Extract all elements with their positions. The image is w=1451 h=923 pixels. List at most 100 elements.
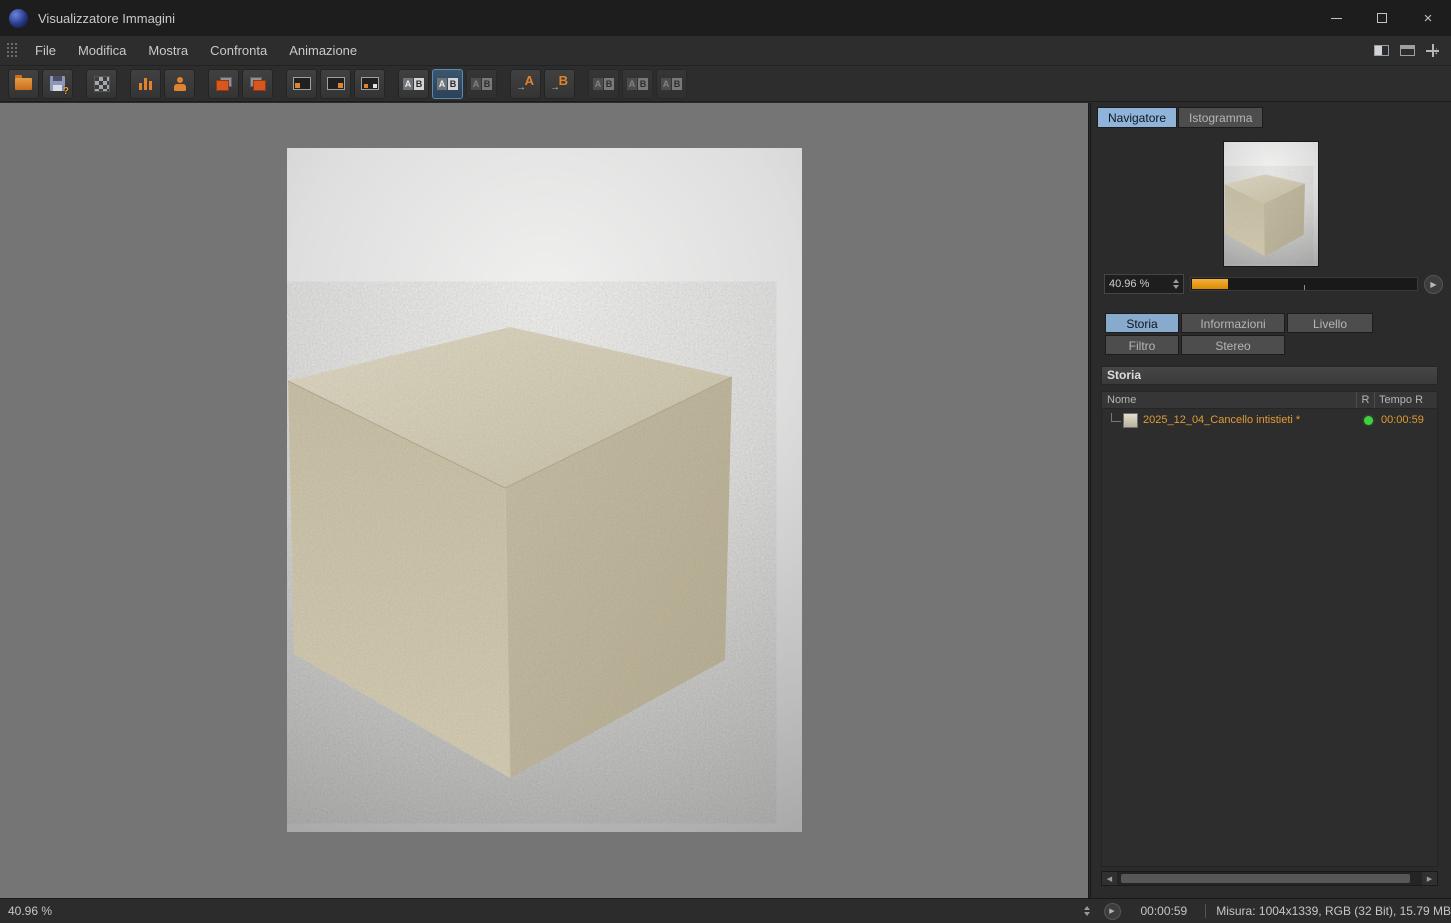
history-table-body: 2025_12_04_Cancello intistieti * 00:00:5… (1101, 409, 1438, 867)
bars-icon (138, 77, 153, 90)
tab-informazioni[interactable]: Informazioni (1181, 313, 1285, 333)
person-icon (173, 76, 187, 91)
play-icon: ▶ (1109, 908, 1115, 915)
history-horizontal-scrollbar[interactable]: ◀ ▶ (1101, 871, 1438, 886)
navigator-thumbnail[interactable] (1224, 142, 1318, 266)
undock-button[interactable]: ↓ (1425, 44, 1439, 57)
copy-ab-button[interactable]: AB (622, 68, 653, 99)
layout-frame-icon[interactable] (1399, 45, 1415, 56)
render-thumb-icon (1123, 412, 1138, 428)
history-row[interactable]: 2025_12_04_Cancello intistieti * 00:00:5… (1102, 409, 1437, 431)
menu-modifica[interactable]: Modifica (67, 36, 137, 65)
rendered-image (287, 148, 802, 832)
maximize-icon (1377, 13, 1387, 23)
minimize-icon (1330, 17, 1342, 19)
stepper-down-icon (1173, 285, 1179, 289)
image-viewport[interactable] (0, 103, 1089, 898)
zoom-slider-tick (1304, 285, 1305, 290)
ab-overlay-icon: AB (471, 77, 492, 90)
zoom-slider[interactable] (1190, 277, 1418, 291)
statusbar-time: 00:00:59 (1140, 904, 1188, 918)
menu-bar: File Modifica Mostra Confronta Animazion… (0, 36, 1451, 66)
maximize-button[interactable] (1359, 0, 1405, 36)
column-tempo[interactable]: Tempo R (1375, 392, 1437, 408)
clear-ab-button[interactable]: AB (656, 68, 687, 99)
stepper-up-icon (1173, 279, 1179, 283)
status-bar: 40.96 % ▶ 00:00:59 Misura: 1004x1339, RG… (0, 898, 1451, 923)
ab-overlay-button[interactable]: AB (466, 68, 497, 99)
render-time: 00:00:59 (1381, 414, 1424, 426)
title-bar: Visualizzatore Immagini × (0, 0, 1451, 36)
set-as-b-button[interactable]: → B (544, 68, 575, 99)
navigator-cube-preview (1224, 174, 1305, 257)
tab-navigatore[interactable]: Navigatore (1097, 107, 1178, 128)
tab-stereo[interactable]: Stereo (1181, 335, 1285, 355)
view-split-button[interactable] (320, 68, 351, 99)
swap-ab-button[interactable]: AB (588, 68, 619, 99)
scrollbar-thumb[interactable] (1121, 874, 1410, 883)
app-logo-icon (9, 8, 28, 28)
statusbar-stepper-up-icon (1083, 906, 1090, 910)
window-controls: × (1313, 0, 1451, 36)
zoom-value-field[interactable]: 40.96 % (1104, 274, 1184, 294)
histogram-view-button[interactable] (130, 68, 161, 99)
minimize-button[interactable] (1313, 0, 1359, 36)
view-single-button[interactable] (286, 68, 317, 99)
tab-storia[interactable]: Storia (1105, 313, 1179, 333)
tree-branch-icon (1111, 412, 1121, 422)
scroll-left-button[interactable]: ◀ (1102, 872, 1117, 885)
column-nome[interactable]: Nome (1102, 392, 1357, 408)
dither-toggle-button[interactable] (86, 68, 117, 99)
close-button[interactable]: × (1405, 0, 1451, 36)
open-image-button[interactable] (8, 68, 39, 99)
set-as-a-button[interactable]: → A (510, 68, 541, 99)
navigator-zoom-row: 40.96 % ▶ (1104, 274, 1443, 294)
right-panel: Navigatore Istogramma 40.96 % ▶ Storia I… (1090, 103, 1451, 898)
zoom-stepper[interactable] (1173, 279, 1179, 289)
save-image-button[interactable]: ? (42, 68, 73, 99)
zoom-slider-fill (1192, 279, 1228, 289)
drag-handle-icon[interactable] (6, 42, 19, 59)
split-pane-icon[interactable] (1373, 45, 1389, 56)
load-image-a-button[interactable] (208, 68, 239, 99)
tab-filtro[interactable]: Filtro (1105, 335, 1179, 355)
save-question-badge: ? (62, 85, 69, 97)
history-section-header: Storia (1101, 366, 1438, 385)
navigator-options-button[interactable]: ▶ (1424, 274, 1443, 294)
statusbar-zoom-stepper[interactable] (1083, 906, 1090, 916)
checkerboard-icon (93, 75, 110, 92)
close-icon: × (1423, 9, 1433, 27)
panel-tabs: Storia Informazioni Livello Filtro Stere… (1105, 313, 1373, 355)
view-split-icon (326, 77, 345, 90)
scrollbar-track[interactable] (1117, 872, 1422, 885)
scroll-right-icon: ▶ (1426, 875, 1433, 883)
clear-ab-icon: AB (661, 77, 682, 90)
column-r[interactable]: R (1357, 392, 1375, 408)
tab-livello[interactable]: Livello (1287, 313, 1373, 333)
menu-file[interactable]: File (24, 36, 67, 65)
layers-b-icon (250, 77, 266, 91)
set-a-icon: → A (516, 73, 534, 93)
statusbar-stepper-down-icon (1083, 912, 1090, 916)
play-button[interactable]: ▶ (1103, 902, 1121, 920)
open-folder-icon (15, 74, 32, 90)
view-dual-button[interactable] (354, 68, 385, 99)
menu-animazione[interactable]: Animazione (278, 36, 368, 65)
status-green-dot (1363, 415, 1373, 425)
layers-a-icon (215, 76, 232, 91)
fit-to-screen-button[interactable] (164, 68, 195, 99)
menu-confronta[interactable]: Confronta (199, 36, 278, 65)
statusbar-zoom[interactable]: 40.96 % (8, 904, 68, 918)
copy-ab-icon: AB (627, 77, 648, 90)
zoom-value: 40.96 % (1109, 278, 1150, 290)
ab-split-button[interactable]: AB (432, 68, 463, 99)
history-table-header: Nome R Tempo R (1101, 391, 1438, 409)
ab-side-by-side-button[interactable]: AB (398, 68, 429, 99)
scroll-right-button[interactable]: ▶ (1422, 872, 1437, 885)
stone-cube-render (287, 327, 733, 779)
toolbar: ? AB AB AB → A → B AB AB AB (0, 66, 1451, 102)
menu-mostra[interactable]: Mostra (137, 36, 199, 65)
load-image-b-button[interactable] (242, 68, 273, 99)
tab-istogramma[interactable]: Istogramma (1178, 107, 1264, 128)
render-name: 2025_12_04_Cancello intistieti * (1143, 414, 1301, 426)
